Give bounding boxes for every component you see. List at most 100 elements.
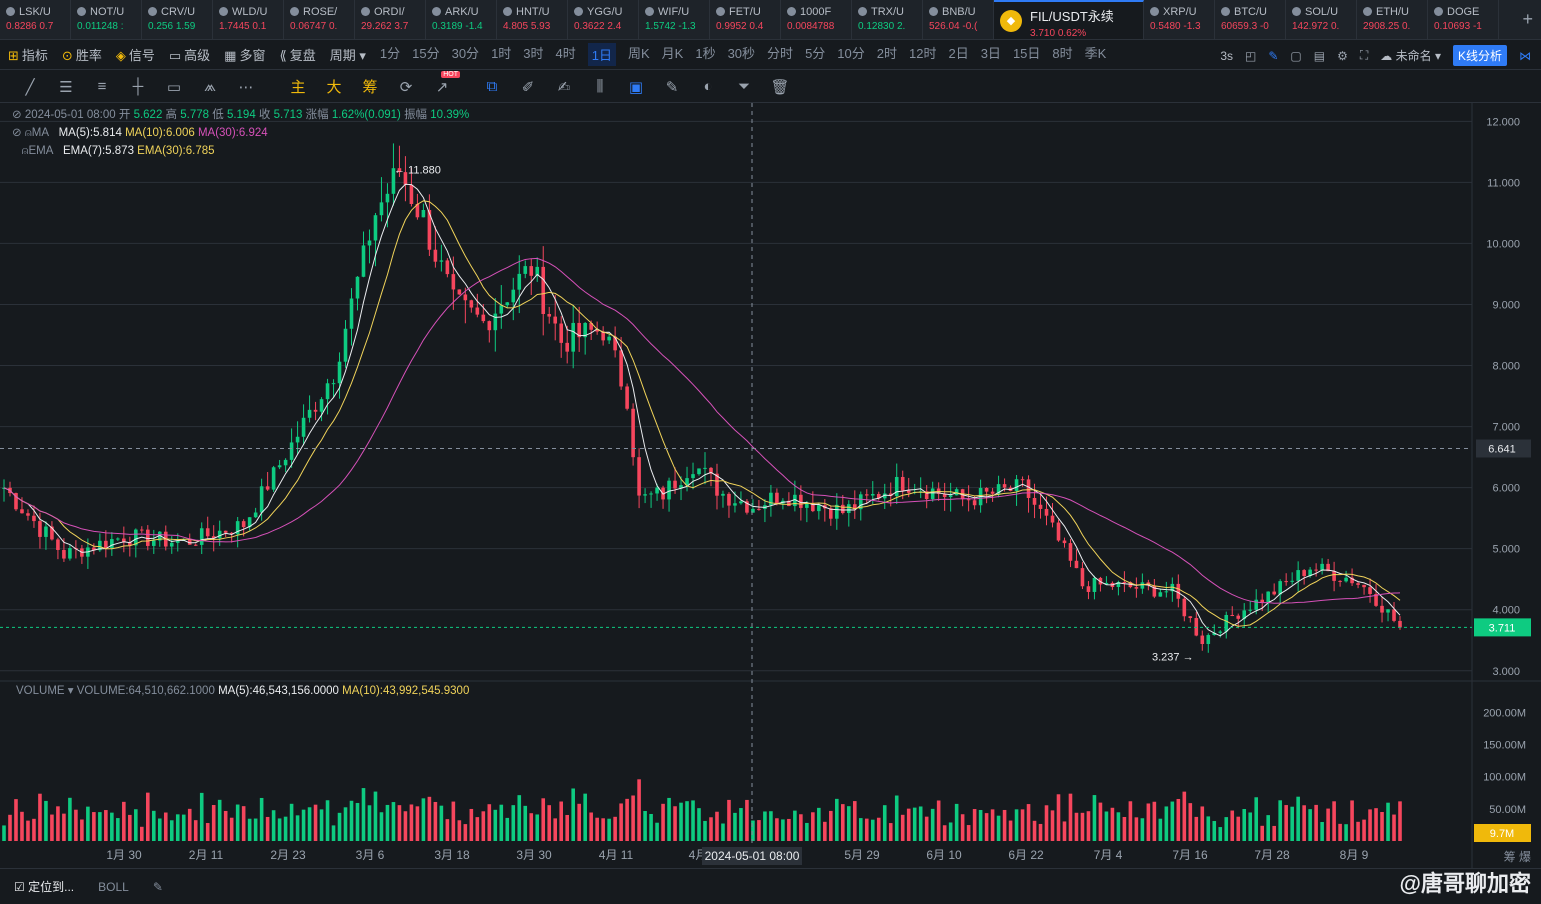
magnet-icon[interactable]: ◐ — [690, 75, 726, 99]
period-3时[interactable]: 3时 — [523, 43, 543, 66]
period-月K[interactable]: 月K — [662, 43, 684, 66]
volume-bar — [265, 816, 270, 841]
volume-bar — [511, 805, 516, 841]
period-2时[interactable]: 2时 — [877, 43, 897, 66]
period-15分[interactable]: 15分 — [412, 43, 439, 66]
ticker-price: 0.0084788 — [787, 21, 835, 32]
ticker-tab-16[interactable]: BTC/U 60659.3 -0 — [1215, 0, 1286, 39]
ruler-icon[interactable]: ✐ — [510, 75, 546, 99]
locate-button[interactable]: ☑ 定位到... — [14, 878, 74, 895]
cloud-layout[interactable]: ☁ 未命名 ▾ — [1380, 47, 1441, 64]
ticker-tab-19[interactable]: DOGE 0.10693 -1 — [1428, 0, 1499, 39]
signal-button[interactable]: ◈ 信号 — [116, 45, 155, 64]
ticker-tab-4[interactable]: ROSE/0.06747 0. — [284, 0, 355, 39]
period-分时[interactable]: 分时 — [767, 43, 793, 66]
volume-bar — [140, 826, 144, 841]
corner-label[interactable]: 筹 爆 — [1504, 848, 1531, 865]
ticker-tab-6[interactable]: ARK/U 0.3189 -1.4 — [426, 0, 497, 39]
period-30秒[interactable]: 30秒 — [728, 43, 755, 66]
camera-icon[interactable]: ◰ — [1245, 49, 1256, 63]
period-1分[interactable]: 1分 — [380, 43, 400, 66]
sync-icon[interactable]: ⟳ — [388, 75, 424, 99]
ticker-tab-15[interactable]: XRP/U 0.5480 -1.3 — [1144, 0, 1215, 39]
settings-icon[interactable]: ⚙ — [1337, 49, 1348, 63]
ticker-tab-12[interactable]: TRX/U 0.12830 2. — [852, 0, 923, 39]
volume-bar — [2, 825, 6, 841]
chip-button[interactable]: 筹 — [352, 75, 388, 99]
candle — [1272, 591, 1276, 595]
ticker-tab-0[interactable]: LSK/U 0.8286 0.7 — [0, 0, 71, 39]
template-icon[interactable]: ▤ — [1314, 49, 1325, 63]
fullscreen-icon[interactable]: ⛶ — [1360, 48, 1368, 63]
period-15日[interactable]: 15日 — [1013, 43, 1040, 66]
ticker-tab-1[interactable]: NOT/U 0.011248 : — [71, 0, 142, 39]
candle — [505, 302, 510, 306]
horizontal-line-icon[interactable]: ┼ — [120, 75, 156, 99]
ma-row[interactable]: ⊘ ⍝MA MA(5):5.814 MA(10):6.006 MA(30):6.… — [12, 124, 469, 142]
period-8时[interactable]: 8时 — [1052, 43, 1072, 66]
winrate-button[interactable]: ⊙ 胜率 — [62, 45, 102, 64]
ticker-tab-11[interactable]: 1000F 0.0084788 — [781, 0, 852, 39]
pattern-icon[interactable]: ⩕ — [192, 75, 228, 99]
replay-button[interactable]: ⟪ 复盘 — [279, 45, 315, 64]
brush-icon[interactable]: ✍ — [546, 75, 582, 99]
bottom-bar: ☑ 定位到... BOLL ✎ — [0, 868, 1541, 904]
trash-icon[interactable]: 🗑 — [762, 75, 798, 99]
boll-tab[interactable]: BOLL — [98, 880, 129, 894]
ticker-tab-10[interactable]: FET/U 0.9952 0.4 — [710, 0, 781, 39]
period-1时[interactable]: 1时 — [491, 43, 511, 66]
period-30分[interactable]: 30分 — [452, 43, 479, 66]
multi-window-button[interactable]: ▦ 多窗 — [224, 45, 265, 64]
period-2日[interactable]: 2日 — [948, 43, 968, 66]
period-1日[interactable]: 1日 — [587, 43, 616, 66]
window-icon[interactable]: ▢ — [1290, 49, 1301, 63]
price-chart[interactable]: 12.000 11.000 10.000 9.000 8.000 7.000 6.000 5.… — [0, 103, 1541, 868]
filter-icon[interactable]: ⏷ — [726, 75, 762, 99]
add-tab-icon[interactable]: + — [1522, 9, 1533, 30]
ticker-tab-9[interactable]: WIF/U 1.5742 -1.3 — [639, 0, 710, 39]
period-10分[interactable]: 10分 — [837, 43, 864, 66]
ticker-tab-7[interactable]: HNT/U 4.805 5.93 — [497, 0, 568, 39]
ticker-tab-13[interactable]: BNB/U 526.04 -0.( — [923, 0, 994, 39]
period-dropdown[interactable]: 周期 ▾ — [330, 45, 366, 64]
lock-icon[interactable]: ▣ — [618, 75, 654, 99]
copy-icon[interactable]: ⧉ — [474, 75, 510, 99]
advanced-button[interactable]: ▭ 高级 — [169, 45, 210, 64]
candle — [523, 266, 528, 274]
period-季K[interactable]: 季K — [1085, 43, 1107, 66]
pen-icon[interactable]: ✎ — [1268, 49, 1278, 63]
period-12时[interactable]: 12时 — [909, 43, 936, 66]
hot-tool-icon[interactable]: ↗ HOT — [424, 70, 460, 99]
refresh-interval[interactable]: 3s — [1220, 49, 1233, 63]
ticker-tab-14[interactable]: ◆ FIL/USDT永续 3.710 0.62% — [994, 0, 1144, 39]
note-icon[interactable]: ✎ — [654, 75, 690, 99]
ticker-tab-8[interactable]: YGG/U 0.3622 2.4 — [568, 0, 639, 39]
parallel-lines-icon[interactable]: ≡ — [84, 75, 120, 99]
candle — [493, 313, 498, 331]
main-indicator-button[interactable]: 主 — [280, 75, 316, 99]
rectangle-icon[interactable]: ▭ — [156, 75, 192, 99]
kline-analysis-button[interactable]: K线分析 — [1452, 45, 1507, 66]
share-icon[interactable]: ⋈ — [1519, 49, 1531, 63]
more-icon[interactable]: ⋯ — [228, 75, 264, 99]
period-周K[interactable]: 周K — [628, 43, 650, 66]
indicators-button[interactable]: ⊞ 指标 — [8, 45, 48, 64]
ticker-tab-2[interactable]: CRV/U 0.256 1.59 — [142, 0, 213, 39]
trendline-icon[interactable]: ╱ — [12, 75, 48, 99]
period-4时[interactable]: 4时 — [556, 43, 576, 66]
ema-row[interactable]: ⍝EMA EMA(7):5.873 EMA(30):6.785 — [12, 142, 469, 160]
period-1秒[interactable]: 1秒 — [695, 43, 715, 66]
edit-icon[interactable]: ✎ — [153, 880, 163, 894]
crosshair-date: 2024-05-01 08:00 — [705, 849, 800, 863]
volume-bar — [349, 800, 354, 841]
ticker-tab-17[interactable]: SOL/U 142.972 0. — [1286, 0, 1357, 39]
period-3日[interactable]: 3日 — [981, 43, 1001, 66]
ticker-tab-3[interactable]: WLD/U 1.7445 0.1 — [213, 0, 284, 39]
big-order-button[interactable]: 大 — [316, 75, 352, 99]
multi-line-icon[interactable]: ☰ — [48, 75, 84, 99]
compare-icon[interactable]: ⫼ — [582, 75, 618, 99]
period-5分[interactable]: 5分 — [805, 43, 825, 66]
ticker-tab-18[interactable]: ETH/U 2908.25 0. — [1357, 0, 1428, 39]
ticker-tab-5[interactable]: ORDI/29.262 3.7 — [355, 0, 426, 39]
candle — [409, 184, 414, 204]
